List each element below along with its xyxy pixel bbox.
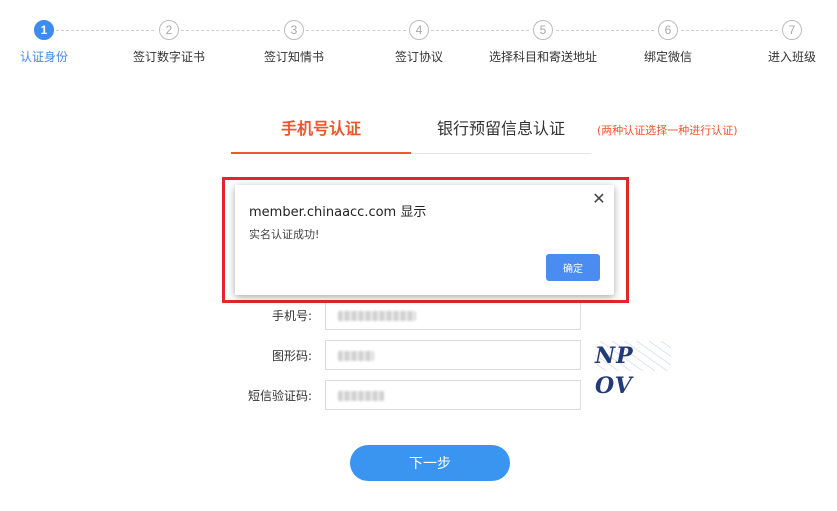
verification-tabs: 手机号认证 银行预留信息认证 bbox=[231, 110, 591, 154]
alert-dialog: member.chinaacc.com 显示 实名认证成功! ✕ 确定 bbox=[235, 185, 614, 295]
captcha-image[interactable]: NP OV bbox=[595, 341, 671, 399]
step-progress: 1 认证身份 2 签订数字证书 3 签订知情书 4 签订协议 5 选择科目和寄送… bbox=[0, 0, 837, 80]
step-4: 4 签订协议 bbox=[359, 20, 479, 65]
phone-label: 手机号: bbox=[271, 309, 312, 323]
step-number: 3 bbox=[284, 20, 304, 40]
tab-bank-verification[interactable]: 银行预留信息认证 bbox=[411, 110, 591, 154]
sms-row: 短信验证码: bbox=[230, 380, 590, 412]
step-2: 2 签订数字证书 bbox=[109, 20, 229, 65]
step-number: 4 bbox=[409, 20, 429, 40]
sms-code-label: 短信验证码: bbox=[247, 389, 312, 403]
captcha-row: 图形码: bbox=[230, 340, 590, 372]
step-label: 进入班级 bbox=[767, 50, 816, 64]
step-label: 选择科目和寄送地址 bbox=[488, 50, 597, 64]
step-label: 签订知情书 bbox=[263, 50, 324, 64]
masked-value bbox=[338, 350, 374, 361]
dialog-title: member.chinaacc.com 显示 bbox=[249, 205, 427, 220]
step-7: 7 进入班级 bbox=[732, 20, 837, 65]
tab-hint-text: (两种认证选择一种进行认证) bbox=[597, 124, 738, 137]
masked-value bbox=[338, 310, 416, 321]
step-5: 5 选择科目和寄送地址 bbox=[483, 20, 603, 65]
step-number: 2 bbox=[159, 20, 179, 40]
step-number: 5 bbox=[533, 20, 553, 40]
phone-row: 手机号: bbox=[230, 300, 590, 332]
captcha-label: 图形码: bbox=[271, 349, 312, 363]
close-icon[interactable]: ✕ bbox=[592, 190, 606, 208]
step-label: 认证身份 bbox=[19, 50, 68, 64]
dialog-message: 实名认证成功! bbox=[249, 228, 320, 241]
step-label: 绑定微信 bbox=[643, 50, 692, 64]
tab-phone-verification[interactable]: 手机号认证 bbox=[231, 110, 411, 154]
step-6: 6 绑定微信 bbox=[608, 20, 728, 65]
step-number: 7 bbox=[782, 20, 802, 40]
step-3: 3 签订知情书 bbox=[234, 20, 354, 65]
step-label: 签订数字证书 bbox=[132, 50, 205, 64]
captcha-input[interactable] bbox=[325, 340, 581, 370]
step-number: 1 bbox=[34, 20, 54, 40]
sms-code-input[interactable] bbox=[325, 380, 581, 410]
step-label: 签订协议 bbox=[394, 50, 443, 64]
step-1: 1 认证身份 bbox=[0, 20, 104, 65]
next-step-button[interactable]: 下一步 bbox=[350, 445, 510, 481]
masked-value bbox=[338, 390, 384, 401]
dialog-ok-button[interactable]: 确定 bbox=[546, 254, 600, 281]
step-number: 6 bbox=[658, 20, 678, 40]
phone-input[interactable] bbox=[325, 300, 581, 330]
